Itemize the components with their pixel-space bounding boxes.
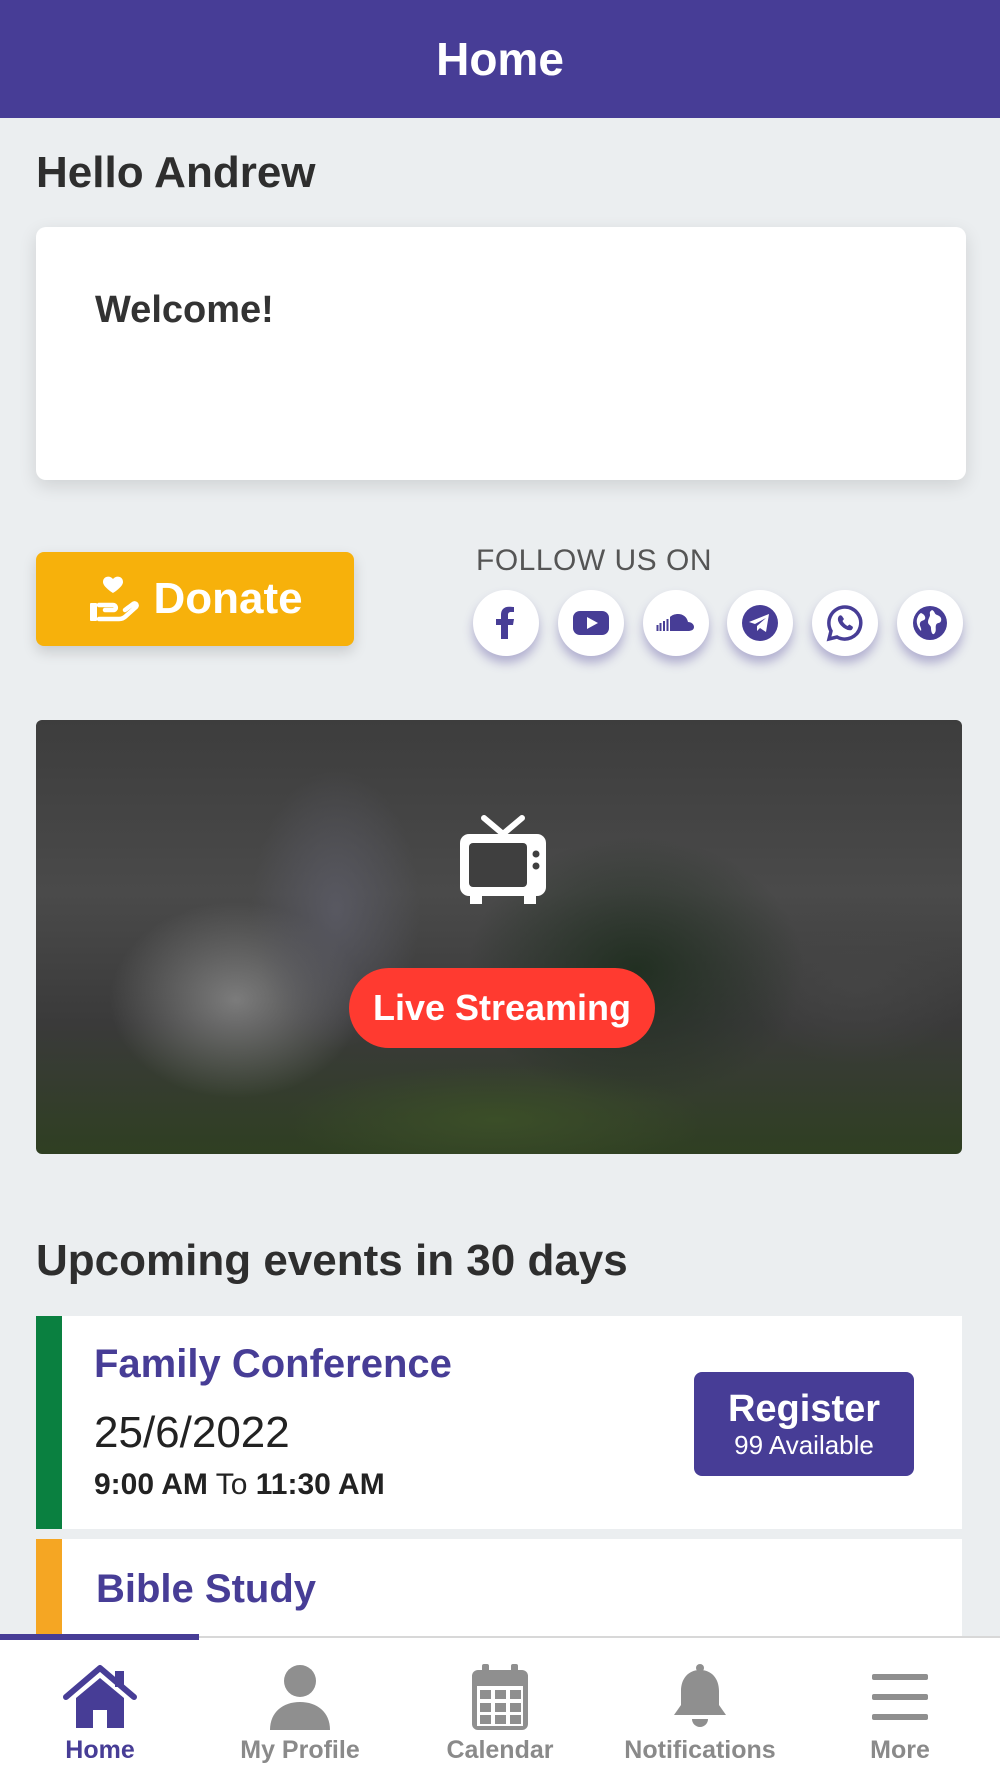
website-button[interactable]	[897, 590, 963, 656]
event-end-time: 11:30 AM	[255, 1468, 385, 1501]
event-accent-bar	[36, 1316, 62, 1529]
soundcloud-button[interactable]	[643, 590, 709, 656]
facebook-icon	[496, 606, 514, 639]
bell-icon	[674, 1664, 726, 1727]
user-icon	[270, 1665, 330, 1730]
tv-icon	[460, 815, 546, 904]
tab-more[interactable]: More	[800, 1638, 1000, 1778]
calendar-icon	[472, 1664, 528, 1730]
tab-label: My Profile	[240, 1736, 360, 1764]
tab-home[interactable]: Home	[0, 1638, 200, 1778]
donate-button[interactable]: Donate	[36, 552, 354, 646]
youtube-button[interactable]	[558, 590, 624, 656]
welcome-card: Welcome!	[36, 227, 966, 480]
whatsapp-button[interactable]	[812, 590, 878, 656]
soundcloud-icon	[656, 614, 694, 631]
tab-label: More	[870, 1736, 930, 1764]
globe-icon	[913, 606, 947, 640]
event-name: Bible Study	[96, 1567, 317, 1611]
events-section-title: Upcoming events in 30 days	[36, 1236, 628, 1285]
home-icon	[63, 1665, 137, 1728]
tab-label: Calendar	[446, 1736, 554, 1764]
register-label: Register	[727, 1388, 881, 1430]
tab-notifications[interactable]: Notifications	[600, 1638, 800, 1778]
menu-icon	[872, 1674, 928, 1720]
tab-calendar[interactable]: Calendar	[400, 1638, 600, 1778]
event-card[interactable]: Bible Study	[36, 1539, 962, 1639]
event-accent-bar	[36, 1539, 62, 1639]
donate-label: Donate	[153, 574, 303, 623]
register-button[interactable]: Register 99 Available	[694, 1372, 914, 1476]
app-bar: Home	[0, 0, 1000, 118]
tab-label: Notifications	[624, 1736, 776, 1764]
event-name: Family Conference	[94, 1342, 452, 1386]
page-title: Home	[436, 33, 564, 85]
welcome-text: Welcome!	[95, 289, 274, 331]
event-card[interactable]: Family Conference 25/6/2022 9:00 AM To 1…	[36, 1316, 962, 1529]
event-start-time: 9:00 AM	[94, 1468, 208, 1501]
hand-heart-icon	[90, 576, 140, 622]
bottom-tab-bar: Home My Profile Calendar Notifications M…	[0, 1634, 1000, 1778]
event-time: 9:00 AM To 11:30 AM	[94, 1468, 385, 1502]
follow-us-label: FOLLOW US ON	[476, 544, 713, 577]
telegram-icon	[742, 605, 778, 641]
event-date: 25/6/2022	[94, 1408, 290, 1457]
facebook-button[interactable]	[473, 590, 539, 656]
event-time-separator: To	[215, 1468, 248, 1501]
tab-label: Home	[65, 1736, 135, 1764]
seats-available: 99 Available	[734, 1430, 874, 1460]
whatsapp-icon	[826, 605, 863, 642]
tab-my-profile[interactable]: My Profile	[200, 1638, 400, 1778]
greeting-text: Hello Andrew	[36, 148, 316, 197]
live-streaming-button[interactable]: Live Streaming	[349, 968, 655, 1048]
youtube-icon	[573, 611, 609, 635]
telegram-button[interactable]	[727, 590, 793, 656]
live-stream-banner[interactable]: Live Streaming	[36, 720, 962, 1154]
